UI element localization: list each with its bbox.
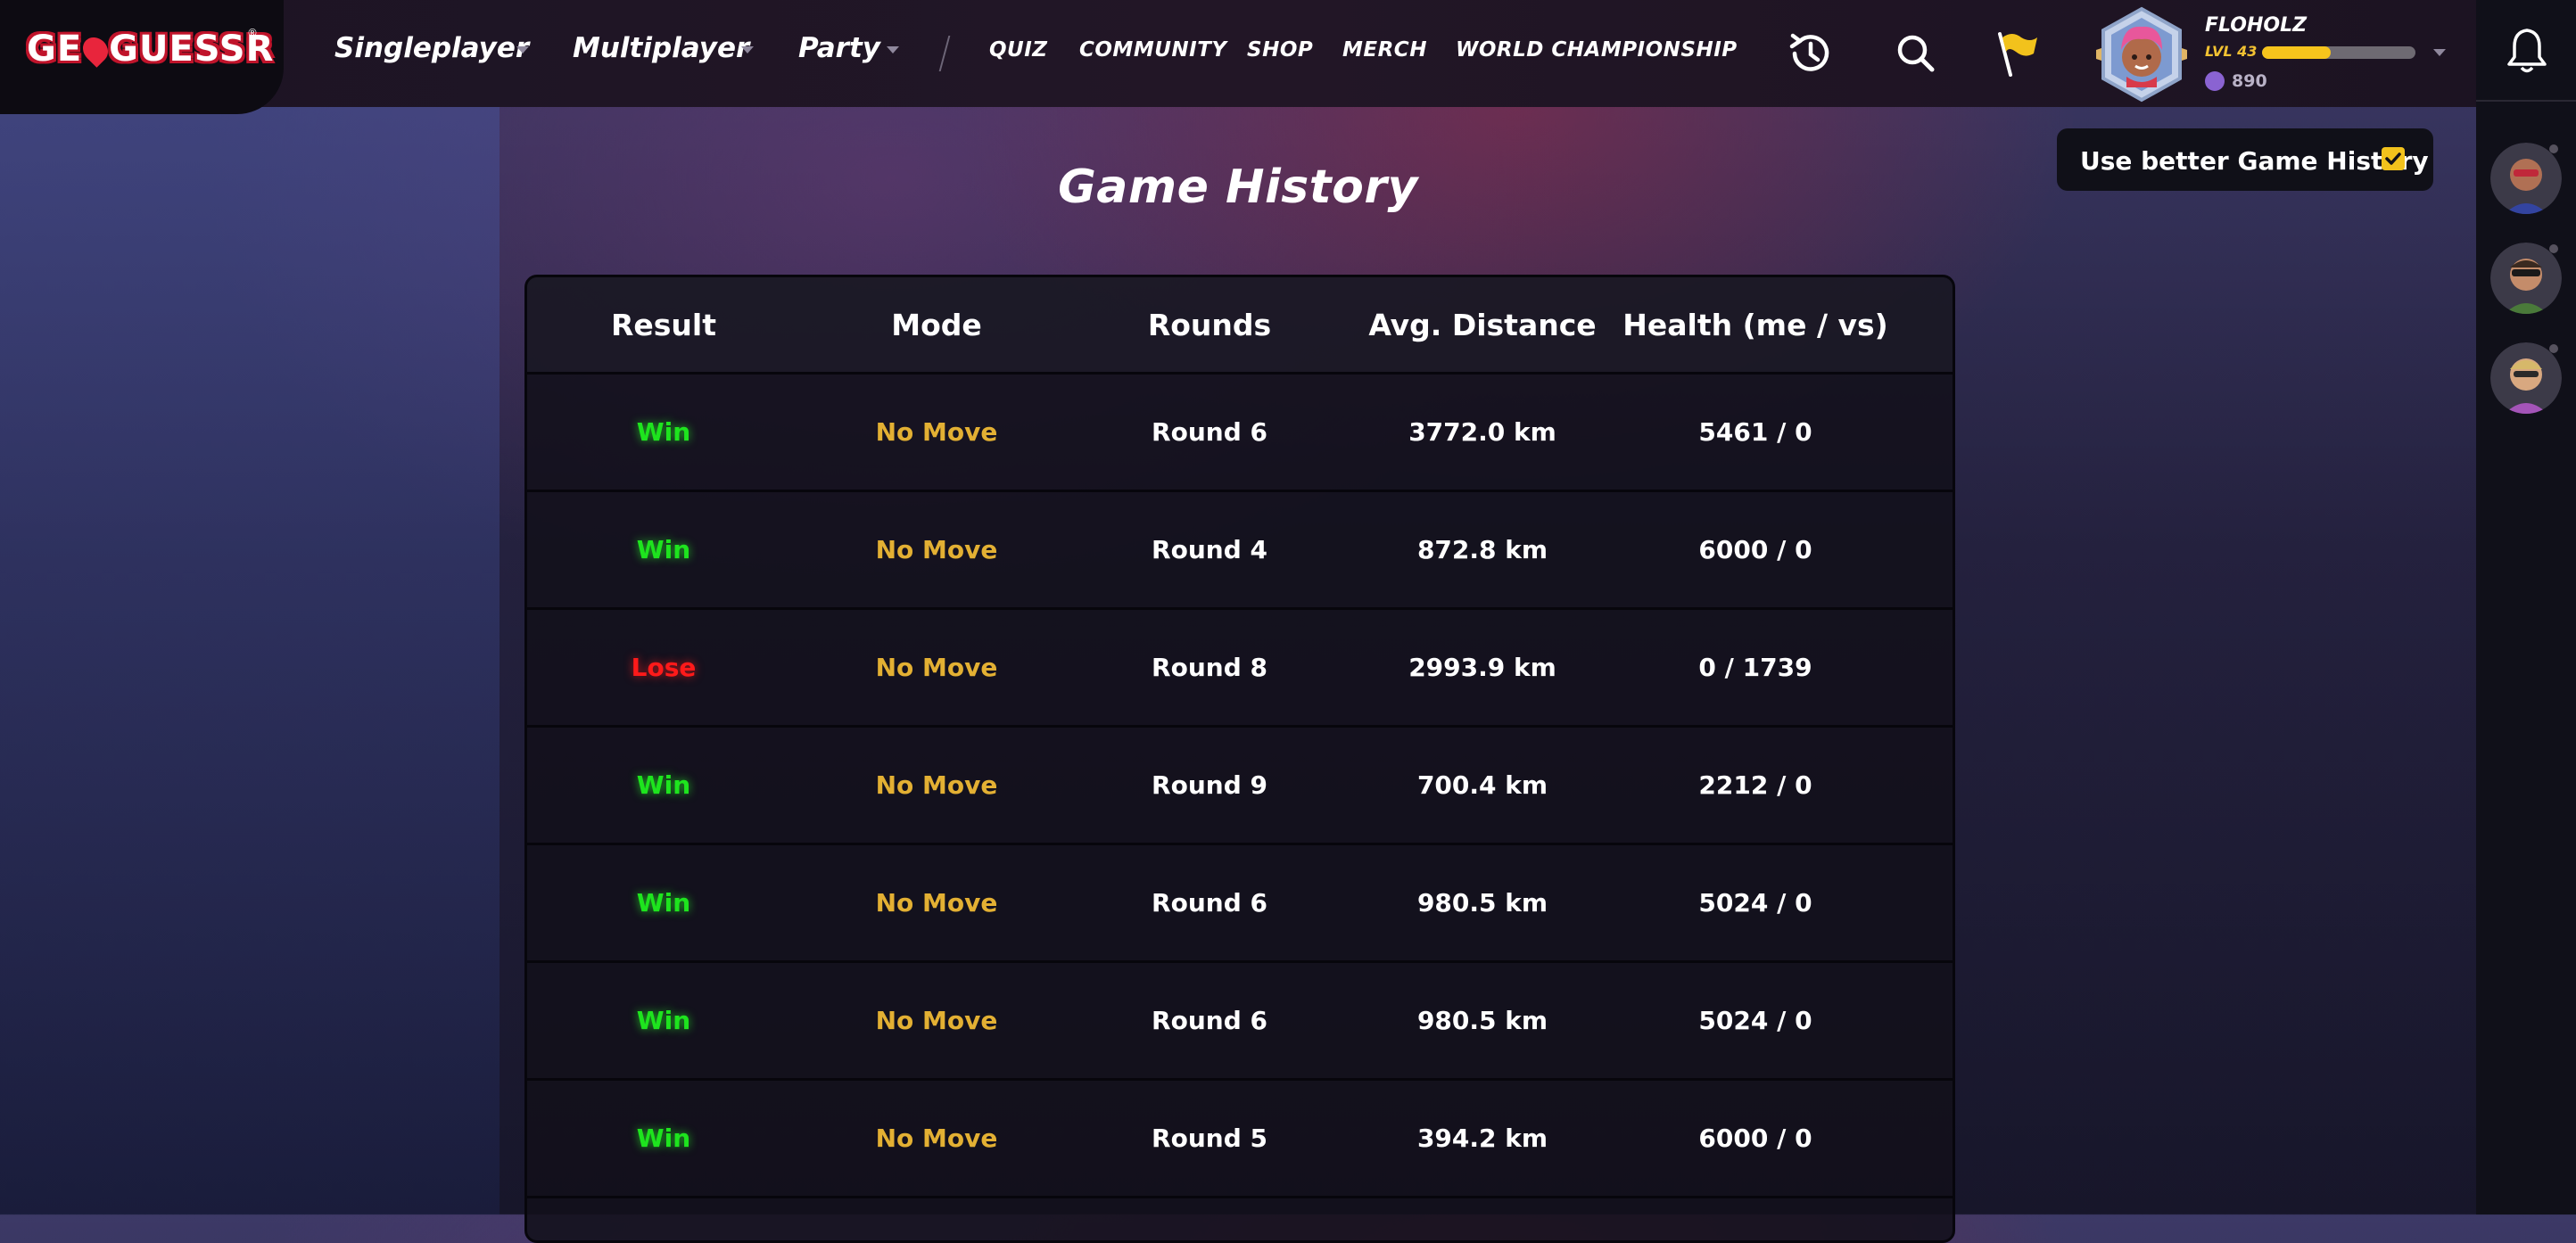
nav-shop[interactable]: SHOP (1247, 38, 1313, 62)
nav-merch[interactable]: MERCH (1342, 38, 1427, 62)
result-cell: Win (636, 1124, 691, 1153)
result-cell: Win (636, 417, 691, 447)
avg-distance-cell: 3772.0 km (1408, 417, 1556, 447)
avg-distance-cell: 394.2 km (1416, 1124, 1548, 1153)
column-header-rounds: Rounds (1147, 307, 1272, 342)
chevron-down-icon[interactable] (516, 46, 529, 54)
mode-cell: No Move (875, 770, 998, 800)
rounds-cell: Round 6 (1152, 417, 1267, 447)
mode-cell: No Move (875, 535, 998, 564)
nav-multiplayer[interactable]: Multiplayer (573, 32, 749, 64)
health-cell: 6000 / 0 (1698, 1124, 1812, 1153)
avg-distance-cell: 2993.9 km (1408, 653, 1556, 682)
rounds-cell: Round 8 (1152, 653, 1267, 682)
game-history-table: Result Mode Rounds Avg. Distance Health … (524, 275, 1955, 1243)
nav-quiz[interactable]: QUIZ (989, 38, 1047, 62)
table-row[interactable]: Win No Move Round 5 394.2 km 6000 / 0 (527, 1081, 1953, 1198)
table-header-row: Result Mode Rounds Avg. Distance Health … (527, 277, 1953, 375)
column-header-health: Health (me / vs) (1622, 307, 1888, 342)
page-title: Game History (1058, 161, 1418, 214)
column-header-avg-distance: Avg. Distance (1368, 307, 1597, 342)
health-cell: 0 / 1739 (1698, 653, 1812, 682)
mode-cell: No Move (875, 1124, 998, 1153)
health-cell: 2212 / 0 (1698, 770, 1812, 800)
xp-progress-bar (2262, 46, 2415, 59)
health-cell: 5461 / 0 (1698, 417, 1812, 447)
health-cell: 5024 / 0 (1698, 1006, 1812, 1035)
rounds-cell: Round 6 (1152, 888, 1267, 918)
chevron-down-icon[interactable] (2433, 49, 2446, 56)
mode-cell: No Move (875, 888, 998, 918)
column-header-result: Result (610, 307, 716, 342)
nav-world-championship[interactable]: WORLD CHAMPIONSHIP (1456, 38, 1738, 62)
mode-cell: No Move (875, 1006, 998, 1035)
table-row[interactable]: Win No Move Round 6 980.5 km 5024 / 0 (527, 963, 1953, 1081)
avg-distance-cell: 700.4 km (1416, 770, 1548, 800)
friend-avatar[interactable] (2490, 143, 2562, 214)
rounds-cell: Round 9 (1152, 770, 1267, 800)
table-row[interactable]: Win No Move Round 6 3772.0 km 5461 / 0 (527, 375, 1953, 492)
table-row[interactable]: Win No Move Round 9 700.4 km 2212 / 0 (527, 728, 1953, 845)
result-cell: Win (636, 535, 691, 564)
mode-cell: No Move (875, 653, 998, 682)
profile-username[interactable]: FLOHOLZ (2205, 14, 2307, 37)
table-row[interactable]: Win No Move Round 6 980.5 km 5024 / 0 (527, 845, 1953, 963)
logo[interactable]: GE GUESSR ® (0, 0, 284, 114)
chevron-down-icon[interactable] (887, 46, 899, 54)
avg-distance-cell: 980.5 km (1416, 1006, 1548, 1035)
avg-distance-cell: 980.5 km (1416, 888, 1548, 918)
avatar[interactable] (2093, 5, 2191, 103)
rounds-cell: Round 6 (1152, 1006, 1267, 1035)
offline-indicator (2549, 244, 2558, 253)
xp-progress-fill (2262, 46, 2332, 59)
column-header-mode: Mode (891, 307, 982, 342)
nav-community[interactable]: COMMUNITY (1079, 38, 1227, 62)
flag-icon[interactable] (1989, 27, 2043, 80)
result-cell: Win (636, 1006, 691, 1035)
coin-balance: 890 (2232, 71, 2267, 91)
result-cell: Win (636, 770, 691, 800)
rounds-cell: Round 4 (1152, 535, 1267, 564)
background-glow (0, 107, 500, 1214)
rounds-cell: Round 5 (1152, 1124, 1267, 1153)
health-cell: 5024 / 0 (1698, 888, 1812, 918)
nav-divider (938, 36, 951, 71)
table-row[interactable]: Lose No Move Round 8 2993.9 km 0 / 1739 (527, 610, 1953, 728)
history-icon[interactable] (1784, 27, 1837, 80)
bell-icon[interactable] (2505, 25, 2549, 75)
top-header: GE GUESSR ® Singleplayer Multiplayer Part… (0, 0, 2476, 114)
search-icon[interactable] (1889, 27, 1943, 80)
result-cell: Lose (631, 653, 697, 682)
avg-distance-cell: 872.8 km (1416, 535, 1548, 564)
table-row[interactable]: Win No Move Round 4 872.8 km 6000 / 0 (527, 492, 1953, 610)
offline-indicator (2549, 344, 2558, 353)
offline-indicator (2549, 144, 2558, 153)
mode-cell: No Move (875, 417, 998, 447)
coin-icon (2205, 71, 2225, 91)
health-cell: 6000 / 0 (1698, 535, 1812, 564)
friend-avatar[interactable] (2490, 342, 2562, 414)
chevron-down-icon[interactable] (741, 46, 754, 54)
nav-party[interactable]: Party (798, 32, 880, 64)
result-cell: Win (636, 888, 691, 918)
logo-wordmark: GE GUESSR (27, 29, 275, 70)
profile-level: LVL 43 (2205, 43, 2258, 60)
friend-avatar[interactable] (2490, 243, 2562, 314)
rail-divider (2476, 100, 2576, 102)
nav-singleplayer[interactable]: Singleplayer (334, 32, 529, 64)
